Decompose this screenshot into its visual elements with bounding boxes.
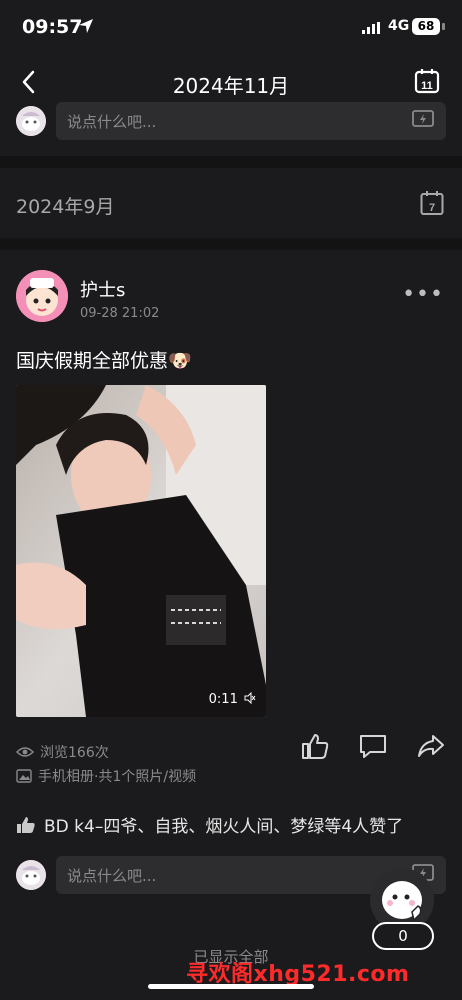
like-thumb-icon <box>17 816 35 833</box>
calendar-day-text: 7 <box>429 202 435 214</box>
comment-bar-top: 说点什么吧... <box>0 102 462 144</box>
author-avatar[interactable] <box>16 270 68 322</box>
mute-icon[interactable] <box>244 691 256 705</box>
likes-row: BD k4–四爷、自我、烟火人间、梦绿等4人赞了 <box>16 812 403 837</box>
battery-level: 68 <box>412 18 440 35</box>
section-divider <box>0 156 462 168</box>
comment-input[interactable]: 说点什么吧... <box>56 102 446 140</box>
comment-bubble-icon[interactable] <box>358 732 388 760</box>
status-time: 09:57 <box>22 16 83 38</box>
calendar-icon[interactable]: 7 <box>420 190 444 216</box>
likes-text: BD k4–四爷、自我、烟火人间、梦绿等4人赞了 <box>44 817 404 837</box>
avatar <box>16 860 46 890</box>
more-options-icon[interactable]: ••• <box>402 282 444 307</box>
location-arrow-icon <box>79 19 93 33</box>
month-label: 2024年9月 <box>16 196 115 218</box>
status-bar: 09:57 4G 68 <box>0 0 462 58</box>
post-text: 国庆假期全部优惠🐶 <box>16 350 192 372</box>
battery-cap <box>442 23 445 30</box>
post-time: 09-28 21:02 <box>80 306 160 321</box>
video-duration: 0:11 <box>208 691 256 707</box>
page-title: 2024年11月 <box>172 74 290 98</box>
view-count: 浏览166次 <box>40 745 109 761</box>
post-header: 护士s 09-28 21:02 ••• <box>0 266 462 336</box>
share-arrow-icon[interactable] <box>416 732 446 760</box>
post-stats: 浏览166次 手机相册·共1个照片/视频 <box>16 740 196 788</box>
comment-placeholder: 说点什么吧... <box>67 113 157 131</box>
signal-icon <box>362 22 380 34</box>
video-frame-image <box>16 385 266 717</box>
avatar <box>16 106 46 136</box>
quick-reply-icon[interactable] <box>412 110 434 130</box>
like-thumb-icon[interactable] <box>300 732 330 760</box>
media-source: 手机相册·共1个照片/视频 <box>38 769 197 785</box>
nav-bar: 2024年11月 11 <box>0 58 462 106</box>
post-video-thumbnail[interactable]: 0:11 <box>16 385 266 717</box>
author-name[interactable]: 护士s <box>80 276 125 302</box>
calendar-icon[interactable]: 11 <box>414 68 440 94</box>
eye-icon <box>16 747 34 757</box>
network-type: 4G <box>388 18 410 34</box>
video-duration-text: 0:11 <box>208 692 238 707</box>
section-divider <box>0 238 462 250</box>
month-section-header: 2024年9月 7 <box>0 168 462 238</box>
home-indicator[interactable] <box>148 984 314 989</box>
comment-placeholder: 说点什么吧... <box>67 867 157 885</box>
post-actions <box>300 732 446 760</box>
image-icon <box>16 769 32 783</box>
calendar-day-text: 11 <box>421 80 433 92</box>
